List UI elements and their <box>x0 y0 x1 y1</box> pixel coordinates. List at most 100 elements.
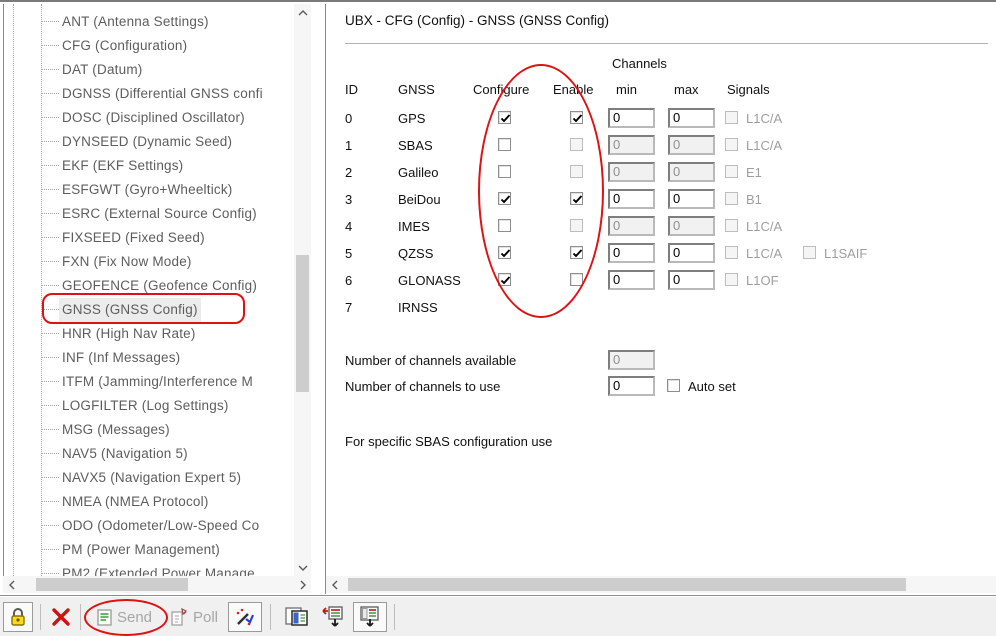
min-channels-field-galileo: 0 <box>608 162 655 182</box>
scroll-up-icon[interactable] <box>294 4 311 21</box>
tree-connector <box>42 429 59 430</box>
tree-item-label: DYNSEED (Dynamic Seed) <box>62 130 232 154</box>
enable-checkbox-beidou[interactable] <box>570 192 583 205</box>
customize-button[interactable] <box>228 602 262 632</box>
tree-item-geofence[interactable]: GEOFENCE (Geofence Config) <box>4 274 294 298</box>
tree-item-gnss[interactable]: GNSS (GNSS Config) <box>4 298 294 322</box>
check-mark-icon <box>499 112 512 125</box>
configure-checkbox-qzss[interactable] <box>498 246 511 259</box>
configure-checkbox-beidou[interactable] <box>498 192 511 205</box>
enable-checkbox-gps[interactable] <box>570 111 583 124</box>
panel-horizontal-scrollbar[interactable] <box>326 576 996 593</box>
channels-to-use-field[interactable]: 0 <box>608 376 655 396</box>
scroll-left-icon[interactable] <box>3 576 20 593</box>
min-channels-field-gps[interactable]: 0 <box>608 108 655 128</box>
tree-item-label: ANT (Antenna Settings) <box>62 10 209 34</box>
tree-item-dosc[interactable]: DOSC (Disciplined Oscillator) <box>4 106 294 130</box>
auto-set-checkbox[interactable] <box>667 379 680 392</box>
max-channels-field-gps[interactable]: 0 <box>668 108 715 128</box>
scrollbar-thumb[interactable] <box>348 578 906 591</box>
row-id: 5 <box>345 246 352 261</box>
toolbar-divider <box>80 604 81 630</box>
scroll-left-icon[interactable] <box>326 576 343 593</box>
min-channels-field-qzss[interactable]: 0 <box>608 243 655 263</box>
messages-view-window: ANT (Antenna Settings)CFG (Configuration… <box>0 0 996 636</box>
tree-item-navx5[interactable]: NAVX5 (Navigation Expert 5) <box>4 466 294 490</box>
scroll-right-icon[interactable] <box>294 576 311 593</box>
configure-checkbox-glonass[interactable] <box>498 273 511 286</box>
signal-label: L1C/A <box>746 138 782 153</box>
max-channels-field-beidou[interactable]: 0 <box>668 189 715 209</box>
tree-item-esfgwt[interactable]: ESFGWT (Gyro+Wheeltick) <box>4 178 294 202</box>
scrollbar-thumb[interactable] <box>36 578 188 591</box>
check-mark-icon <box>499 193 512 206</box>
enable-checkbox-glonass[interactable] <box>570 273 583 286</box>
scroll-down-icon[interactable] <box>294 559 311 576</box>
tree-item-fixseed[interactable]: FIXSEED (Fixed Seed) <box>4 226 294 250</box>
load-config-button[interactable] <box>317 602 349 632</box>
tree-item-pm2[interactable]: PM2 (Extended Power Manage <box>4 562 294 576</box>
tree-item-msg[interactable]: MSG (Messages) <box>4 418 294 442</box>
row-gnss-name: QZSS <box>398 246 433 261</box>
configure-checkbox-imes[interactable] <box>498 219 511 232</box>
transfer-list-icon <box>320 605 346 629</box>
tree-item-hnr[interactable]: HNR (High Nav Rate) <box>4 322 294 346</box>
row-gnss-name: GLONASS <box>398 273 461 288</box>
tree-item-label: NAV5 (Navigation 5) <box>62 442 188 466</box>
signal-checkbox-l1saif <box>803 246 816 259</box>
tree-item-cfg[interactable]: CFG (Configuration) <box>4 34 294 58</box>
configure-checkbox-sbas[interactable] <box>498 138 511 151</box>
channels-group-label: Channels <box>612 56 667 71</box>
configure-checkbox-galileo[interactable] <box>498 165 511 178</box>
tree-horizontal-scrollbar[interactable] <box>3 576 311 593</box>
tree-item-fxn[interactable]: FXN (Fix Now Mode) <box>4 250 294 274</box>
lock-icon <box>9 607 27 627</box>
tree-item-ant[interactable]: ANT (Antenna Settings) <box>4 10 294 34</box>
signal-checkbox-l1ca <box>725 138 738 151</box>
row-gnss-name: BeiDou <box>398 192 441 207</box>
tree-item-itfm[interactable]: ITFM (Jamming/Interference M <box>4 370 294 394</box>
tree-item-label: CFG (Configuration) <box>62 34 187 58</box>
min-channels-field-beidou[interactable]: 0 <box>608 189 655 209</box>
delete-button[interactable] <box>47 602 75 632</box>
tree-connector <box>42 381 59 382</box>
tree-item-nmea[interactable]: NMEA (NMEA Protocol) <box>4 490 294 514</box>
toolbar-divider <box>270 604 271 630</box>
tree-item-esrc[interactable]: ESRC (External Source Config) <box>4 202 294 226</box>
channels-available-field: 0 <box>608 350 655 370</box>
tree-item-dynseed[interactable]: DYNSEED (Dynamic Seed) <box>4 130 294 154</box>
tree-connector <box>42 477 59 478</box>
store-config-button[interactable] <box>353 602 387 632</box>
tree-item-dgnss[interactable]: DGNSS (Differential GNSS confi <box>4 82 294 106</box>
max-channels-field-glonass[interactable]: 0 <box>668 270 715 290</box>
send-button[interactable]: Send <box>93 602 155 632</box>
enable-checkbox-qzss[interactable] <box>570 246 583 259</box>
check-mark-icon <box>499 247 512 260</box>
tree-item-inf[interactable]: INF (Inf Messages) <box>4 346 294 370</box>
tree-item-ekf[interactable]: EKF (EKF Settings) <box>4 154 294 178</box>
tree-item-pm[interactable]: PM (Power Management) <box>4 538 294 562</box>
send-icon <box>96 608 113 627</box>
row-id: 6 <box>345 273 352 288</box>
tree-item-dat[interactable]: DAT (Datum) <box>4 58 294 82</box>
min-channels-field-glonass[interactable]: 0 <box>608 270 655 290</box>
tree-item-label: ESFGWT (Gyro+Wheeltick) <box>62 178 233 202</box>
poll-button-label: Poll <box>193 609 218 626</box>
toolbar-divider <box>40 604 41 630</box>
lock-button[interactable] <box>3 602 33 632</box>
column-header-signals: Signals <box>727 82 770 97</box>
scrollbar-thumb[interactable] <box>296 255 309 392</box>
tree-item-odo[interactable]: ODO (Odometer/Low-Speed Co <box>4 514 294 538</box>
tree-item-logfilter[interactable]: LOGFILTER (Log Settings) <box>4 394 294 418</box>
poll-button[interactable]: Poll <box>166 602 222 632</box>
max-channels-field-qzss[interactable]: 0 <box>668 243 715 263</box>
tree-item-label: ODO (Odometer/Low-Speed Co <box>62 514 259 538</box>
tree-item-nav5[interactable]: NAV5 (Navigation 5) <box>4 442 294 466</box>
views-button[interactable] <box>281 602 313 632</box>
tree-connector <box>42 501 59 502</box>
gnss-config-panel: UBX - CFG (Config) - GNSS (GNSS Config) … <box>326 4 996 574</box>
tree-connector <box>42 405 59 406</box>
tree-vertical-scrollbar[interactable] <box>294 4 311 576</box>
row-gnss-name: IRNSS <box>398 300 438 315</box>
configure-checkbox-gps[interactable] <box>498 111 511 124</box>
